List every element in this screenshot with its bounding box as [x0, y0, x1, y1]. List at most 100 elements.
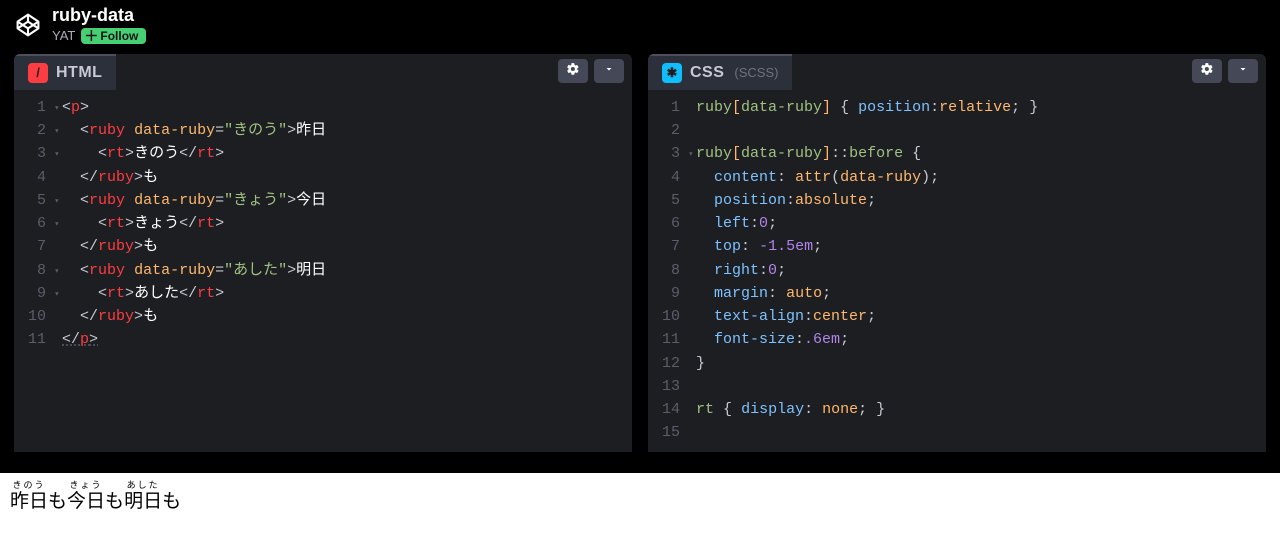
line-number: 1 — [14, 96, 56, 119]
line-number: 10 — [14, 305, 56, 328]
preview-text: も — [48, 491, 67, 514]
code-line[interactable]: 11 font-size:.6em; — [648, 328, 1266, 351]
line-number: 5 — [648, 189, 690, 212]
code-line[interactable]: 10 </ruby>も — [14, 305, 632, 328]
ruby-text: あした — [127, 481, 160, 490]
settings-button[interactable] — [1192, 59, 1222, 83]
preview-text: も — [105, 491, 124, 514]
code-text: margin: auto; — [690, 282, 831, 305]
code-line[interactable]: 15 — [648, 421, 1266, 444]
follow-button[interactable]: ＋ Follow — [81, 28, 146, 44]
pane-header: ✱ CSS (SCSS) — [648, 54, 1266, 90]
line-number: 4 — [14, 166, 56, 189]
code-line[interactable]: 10 text-align:center; — [648, 305, 1266, 328]
codepen-logo-icon — [14, 11, 42, 39]
code-text: </ruby>も — [56, 166, 158, 189]
ruby-base: 明日 — [124, 491, 162, 514]
chevron-down-icon — [603, 63, 615, 78]
code-line[interactable]: 6 <rt>きょう</rt> — [14, 212, 632, 235]
css-tab[interactable]: ✱ CSS (SCSS) — [648, 54, 792, 90]
line-number: 7 — [648, 235, 690, 258]
html-tab[interactable]: / HTML — [14, 54, 116, 90]
code-line[interactable]: 2 <ruby data-ruby="きのう">昨日 — [14, 119, 632, 142]
html-editor-pane: / HTML 1<p>2 <ruby data-ruby="きのう">昨日3 <… — [14, 54, 632, 452]
line-number: 2 — [14, 119, 56, 142]
line-number: 8 — [14, 259, 56, 282]
code-line[interactable]: 4 </ruby>も — [14, 166, 632, 189]
ruby-text: きのう — [13, 481, 46, 490]
code-line[interactable]: 13 — [648, 375, 1266, 398]
code-line[interactable]: 1<p> — [14, 96, 632, 119]
line-number: 11 — [14, 328, 56, 351]
code-text: <rt>きょう</rt> — [56, 212, 224, 235]
code-line[interactable]: 8 <ruby data-ruby="あした">明日 — [14, 259, 632, 282]
code-line[interactable]: 5 position:absolute; — [648, 189, 1266, 212]
preview-content: きのう昨日も きょう今日も あした明日も — [10, 481, 1270, 514]
line-number: 6 — [14, 212, 56, 235]
gear-icon — [1200, 62, 1214, 79]
pen-header: ruby-data YAT ＋ Follow — [0, 0, 1280, 54]
line-number: 9 — [648, 282, 690, 305]
chevron-down-icon — [1237, 63, 1249, 78]
code-line[interactable]: 3 <rt>きのう</rt> — [14, 142, 632, 165]
code-line[interactable]: 1ruby[data-ruby] { position:relative; } — [648, 96, 1266, 119]
css-code-editor[interactable]: 1ruby[data-ruby] { position:relative; }2… — [648, 90, 1266, 452]
ruby-unit: きのう昨日 — [10, 481, 48, 514]
code-line[interactable]: 7 </ruby>も — [14, 235, 632, 258]
plus-icon: ＋ — [84, 29, 98, 43]
ruby-unit: きょう今日 — [67, 481, 105, 514]
code-line[interactable]: 2 — [648, 119, 1266, 142]
line-number: 13 — [648, 375, 690, 398]
line-number: 10 — [648, 305, 690, 328]
line-number: 15 — [648, 421, 690, 444]
dropdown-button[interactable] — [1228, 59, 1258, 83]
code-text: <ruby data-ruby="きょう">今日 — [56, 189, 326, 212]
code-text: content: attr(data-ruby); — [690, 166, 939, 189]
pane-header: / HTML — [14, 54, 632, 90]
code-text: text-align:center; — [690, 305, 876, 328]
line-number: 9 — [14, 282, 56, 305]
code-text: <rt>きのう</rt> — [56, 142, 224, 165]
code-text: rt { display: none; } — [690, 398, 885, 421]
code-text: top: -1.5em; — [690, 235, 822, 258]
line-number: 8 — [648, 259, 690, 282]
code-line[interactable]: 12} — [648, 352, 1266, 375]
code-line[interactable]: 6 left:0; — [648, 212, 1266, 235]
code-line[interactable]: 5 <ruby data-ruby="きょう">今日 — [14, 189, 632, 212]
css-badge-icon: ✱ — [662, 63, 682, 83]
code-line[interactable]: 14rt { display: none; } — [648, 398, 1266, 421]
html-badge-icon: / — [28, 63, 48, 83]
dropdown-button[interactable] — [594, 59, 624, 83]
code-text: } — [690, 352, 705, 375]
line-number: 14 — [648, 398, 690, 421]
lang-label: HTML — [56, 64, 102, 82]
gear-icon — [566, 62, 580, 79]
line-number: 1 — [648, 96, 690, 119]
line-number: 5 — [14, 189, 56, 212]
code-line[interactable]: 7 top: -1.5em; — [648, 235, 1266, 258]
ruby-text: きょう — [70, 481, 103, 490]
ruby-base: 今日 — [67, 491, 105, 514]
line-number: 12 — [648, 352, 690, 375]
preview-pane: きのう昨日も きょう今日も あした明日も — [0, 473, 1280, 535]
settings-button[interactable] — [558, 59, 588, 83]
code-text — [690, 119, 696, 142]
line-number: 6 — [648, 212, 690, 235]
code-text: font-size:.6em; — [690, 328, 849, 351]
code-text: left:0; — [690, 212, 777, 235]
code-line[interactable]: 8 right:0; — [648, 259, 1266, 282]
lang-label: CSS — [690, 64, 724, 82]
code-line[interactable]: 11</p> — [14, 328, 632, 351]
code-line[interactable]: 4 content: attr(data-ruby); — [648, 166, 1266, 189]
pen-title: ruby-data — [52, 6, 146, 26]
line-number: 4 — [648, 166, 690, 189]
code-text: <rt>あした</rt> — [56, 282, 224, 305]
code-line[interactable]: 3ruby[data-ruby]::before { — [648, 142, 1266, 165]
code-text: <ruby data-ruby="あした">明日 — [56, 259, 326, 282]
author-name[interactable]: YAT — [52, 28, 75, 43]
code-line[interactable]: 9 <rt>あした</rt> — [14, 282, 632, 305]
html-code-editor[interactable]: 1<p>2 <ruby data-ruby="きのう">昨日3 <rt>きのう<… — [14, 90, 632, 452]
line-number: 7 — [14, 235, 56, 258]
code-line[interactable]: 9 margin: auto; — [648, 282, 1266, 305]
css-editor-pane: ✱ CSS (SCSS) 1ruby[data-ruby] { position… — [648, 54, 1266, 452]
